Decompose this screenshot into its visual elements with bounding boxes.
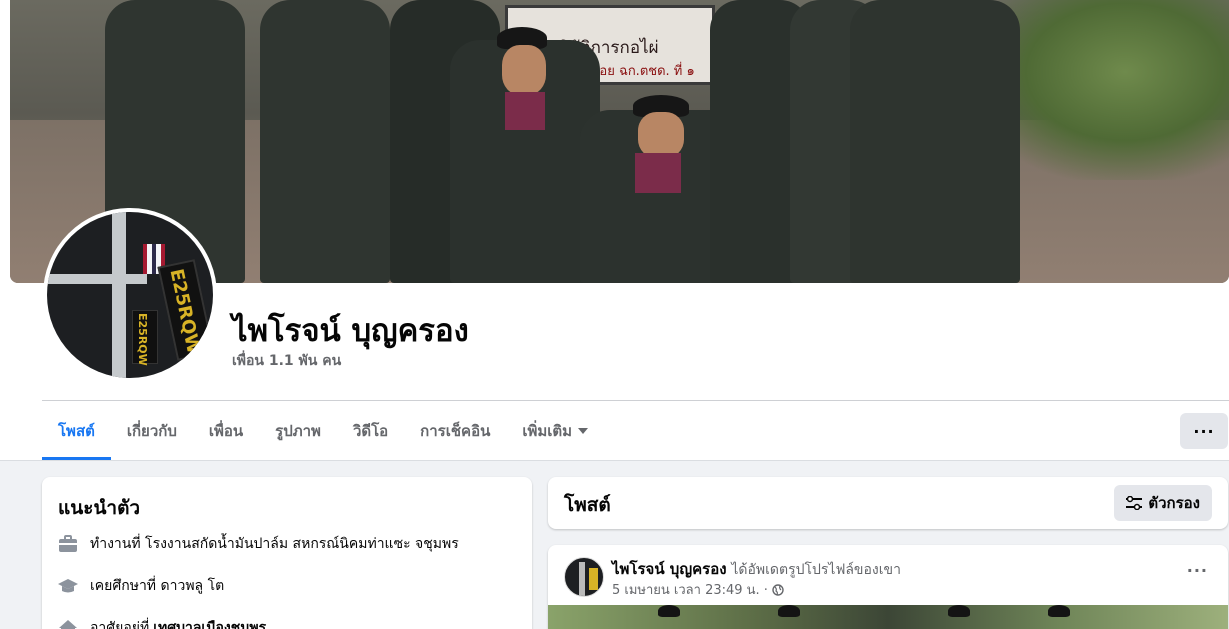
cover-scarf — [505, 92, 545, 130]
tab-label: เกี่ยวกับ — [126, 422, 177, 440]
briefcase-icon — [58, 534, 78, 554]
header-divider — [42, 400, 1229, 401]
profile-name: ไพโรจน์ บุญครอง — [232, 313, 469, 349]
tab-posts[interactable]: โพสต์ — [42, 402, 111, 460]
profile-avatar[interactable]: E25RQW E25RQW — [43, 208, 217, 382]
avatar-reflective-stripe — [47, 274, 147, 284]
filter-sliders-icon — [1126, 496, 1143, 510]
post-meta: 5 เมษายน เวลา 23:49 น. · — [612, 579, 784, 600]
cover-face — [638, 112, 684, 158]
tab-label: วิดีโอ — [352, 422, 389, 440]
post-author-name[interactable]: ไพโรจน์ บุญครอง — [612, 560, 727, 578]
intro-item-work: ทำงานที่ โรงงานสกัดน้ำมันปาล์ม สหกรณ์นิค… — [58, 533, 459, 555]
avatar-name-patch: E25RQW — [157, 259, 213, 361]
tab-more[interactable]: เพิ่มเติม — [506, 402, 604, 460]
post-action-text: ได้อัพเดตรูปโปรไฟล์ของเขา — [731, 562, 901, 578]
cover-soldier — [850, 0, 1020, 283]
tab-photos[interactable]: รูปภาพ — [259, 402, 337, 460]
posts-header-card: โพสต์ ตัวกรอง — [548, 477, 1228, 529]
intro-item-home: อาศัยอยู่ที่ เทศบาลเมืองชุมพร — [58, 617, 266, 629]
profile-tabs: โพสต์ เกี่ยวกับ เพื่อน รูปภาพ วิดีโอ การ… — [42, 402, 604, 460]
avatar-patch2-text: E25RQW — [136, 313, 149, 366]
cover-face — [502, 45, 546, 95]
tab-checkins[interactable]: การเช็คอิน — [404, 402, 506, 460]
intro-item-value[interactable]: ดาวพลู โต — [161, 575, 225, 597]
filter-button-label: ตัวกรอง — [1148, 494, 1200, 512]
tab-label: การเช็คอิน — [420, 422, 491, 440]
filter-button[interactable]: ตัวกรอง — [1114, 485, 1212, 521]
avatar-image: E25RQW E25RQW — [47, 212, 213, 378]
post-header-line: ไพโรจน์ บุญครอง ได้อัพเดตรูปโปรไฟล์ของเข… — [612, 557, 901, 581]
post-author-avatar[interactable] — [564, 557, 604, 597]
tab-label: โพสต์ — [58, 422, 95, 440]
intro-item-value[interactable]: โรงงานสกัดน้ำมันปาล์ม สหกรณ์นิคมท่าแซะ จ… — [145, 533, 459, 555]
graduation-cap-icon — [58, 576, 78, 596]
globe-icon — [772, 583, 784, 596]
intro-title: แนะนำตัว — [58, 497, 141, 519]
intro-card: แนะนำตัว ทำงานที่ โรงงานสกัดน้ำมันปาล์ม … — [42, 477, 532, 629]
caret-down-icon — [578, 428, 589, 434]
cover-scarf — [635, 153, 681, 193]
intro-item-value[interactable]: เทศบาลเมืองชุมพร — [153, 617, 266, 629]
intro-item-education: เคยศึกษาที่ ดาวพลู โต — [58, 575, 224, 597]
avatar-reflective-stripe — [112, 212, 126, 378]
post-menu-button[interactable]: ··· — [1187, 561, 1208, 580]
post-image-beret — [778, 605, 800, 617]
avatar-stripe — [579, 562, 585, 596]
tab-label: รูปภาพ — [275, 422, 321, 440]
intro-item-prefix: เคยศึกษาที่ — [90, 578, 157, 594]
tab-label: เพื่อน — [208, 422, 244, 440]
intro-item-prefix: ทำงานที่ — [90, 536, 141, 552]
post-image[interactable] — [548, 605, 1228, 629]
post-image-beret — [658, 605, 680, 617]
post-timestamp[interactable]: 5 เมษายน เวลา 23:49 น. · — [612, 579, 768, 600]
intro-item-prefix: อาศัยอยู่ที่ — [90, 620, 150, 629]
more-options-button[interactable]: ··· — [1180, 413, 1228, 449]
avatar-patch — [589, 568, 598, 590]
tab-about[interactable]: เกี่ยวกับ — [111, 402, 193, 460]
tab-friends[interactable]: เพื่อน — [193, 402, 259, 460]
tab-label: เพิ่มเติม — [522, 422, 573, 440]
home-icon — [58, 618, 78, 629]
cover-soldier — [260, 0, 390, 283]
avatar-name-patch-small: E25RQW — [132, 310, 158, 366]
post-image-beret — [1048, 605, 1070, 617]
friends-count[interactable]: เพื่อน 1.1 พัน คน — [232, 350, 341, 372]
post-card: ไพโรจน์ บุญครอง ได้อัพเดตรูปโปรไฟล์ของเข… — [548, 545, 1228, 629]
avatar-patch-text: E25RQW — [165, 267, 205, 356]
tab-videos[interactable]: วิดีโอ — [337, 402, 404, 460]
posts-title: โพสต์ — [564, 494, 611, 516]
post-image-beret — [948, 605, 970, 617]
